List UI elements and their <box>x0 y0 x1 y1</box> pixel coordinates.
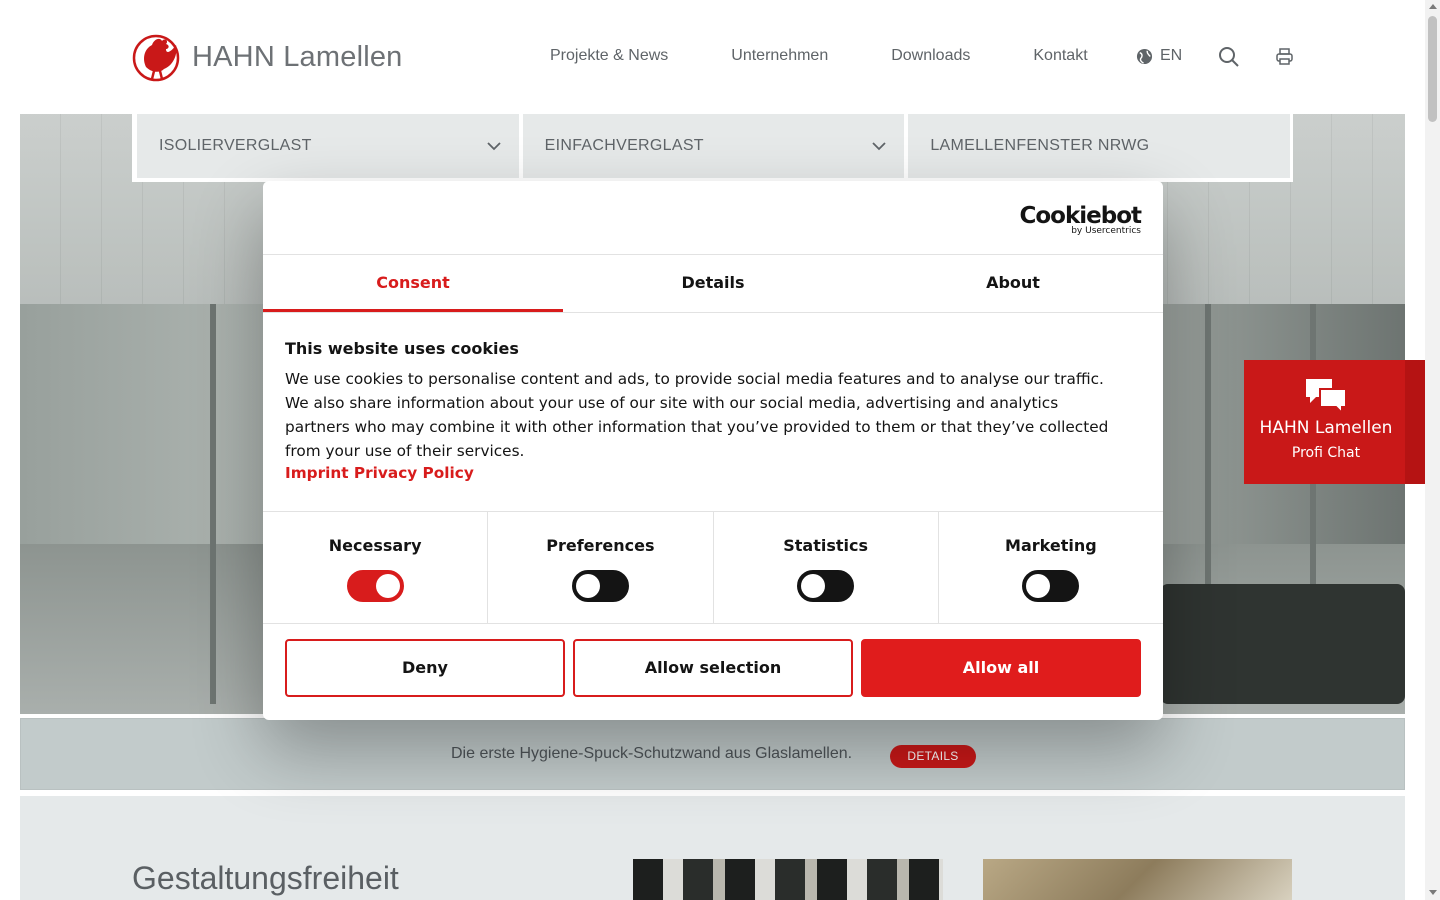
nav-item-downloads[interactable]: Downloads <box>891 47 970 65</box>
product-menu-label: ISOLIERVERGLAST <box>159 137 312 154</box>
brand-name: HAHN Lamellen <box>192 40 403 73</box>
cookiebot-logo: Cookiebot by Usercentrics <box>1019 203 1142 236</box>
promo-text: Die erste Hygiene-Spuck-Schutzwand aus G… <box>451 745 853 762</box>
product-menu-nrwg[interactable]: LAMELLENFENSTER NRWG <box>908 114 1291 178</box>
project-thumbnail[interactable] <box>633 859 943 900</box>
product-menu-isolierverglast[interactable]: ISOLIERVERGLAST <box>137 114 519 178</box>
language-label: EN <box>1160 47 1183 64</box>
cookie-description: We use cookies to personalise content an… <box>285 370 1109 460</box>
tab-consent[interactable]: Consent <box>263 255 563 312</box>
globe-icon <box>1136 48 1153 64</box>
site-header: HAHN Lamellen Projekte & News Unternehme… <box>0 0 1425 114</box>
print-icon[interactable] <box>1275 47 1294 66</box>
chevron-down-icon <box>487 141 501 150</box>
imprint-privacy-links[interactable]: Imprint Privacy Policy <box>285 464 474 482</box>
language-switcher[interactable]: EN <box>1136 47 1182 65</box>
product-menu: ISOLIERVERGLAST EINFACHVERGLAST LAMELLEN… <box>132 114 1293 182</box>
category-necessary: Necessary <box>263 512 489 623</box>
nav-item-kontakt[interactable]: Kontakt <box>1033 47 1087 65</box>
cookie-consent-dialog: Cookiebot by Usercentrics Consent Detail… <box>263 181 1163 720</box>
category-marketing: Marketing <box>939 512 1163 623</box>
deny-button[interactable]: Deny <box>285 639 565 697</box>
chat-bubbles-icon <box>1306 379 1347 415</box>
cookie-categories: Necessary Preferences Statistics Marketi… <box>263 511 1163 624</box>
section-heading: Gestaltungsfreiheit <box>132 860 399 896</box>
category-statistics: Statistics <box>714 512 939 623</box>
profi-chat-widget[interactable]: HAHN Lamellen Profi Chat <box>1244 360 1425 484</box>
scroll-down-arrow[interactable] <box>1429 890 1437 895</box>
category-label: Preferences <box>546 536 655 555</box>
rooster-logo-icon <box>132 34 180 82</box>
chat-title: HAHN Lamellen <box>1259 418 1393 438</box>
cookie-tabs: Consent Details About <box>263 254 1163 313</box>
nav-item-projekte[interactable]: Projekte & News <box>550 47 668 65</box>
chat-subtitle: Profi Chat <box>1291 445 1361 461</box>
preferences-toggle[interactable] <box>571 570 629 602</box>
necessary-toggle[interactable] <box>346 570 404 602</box>
allow-all-button[interactable]: Allow all <box>861 639 1141 697</box>
main-nav: Projekte & News Unternehmen Downloads Ko… <box>550 47 1151 65</box>
tab-about[interactable]: About <box>863 255 1163 312</box>
promo-details-button[interactable]: DETAILS <box>890 745 976 768</box>
page-scrollbar[interactable] <box>1425 0 1440 900</box>
nav-item-unternehmen[interactable]: Unternehmen <box>731 47 828 65</box>
allow-selection-button[interactable]: Allow selection <box>573 639 853 697</box>
brand-logo[interactable]: HAHN Lamellen <box>132 31 403 83</box>
chevron-down-icon <box>872 141 886 150</box>
search-icon[interactable] <box>1218 46 1240 68</box>
content-section: Gestaltungsfreiheit <box>20 796 1405 900</box>
cookie-actions: Deny Allow selection Allow all <box>285 639 1141 697</box>
cookie-title: This website uses cookies <box>285 339 519 358</box>
product-menu-label: EINFACHVERGLAST <box>544 137 704 154</box>
marketing-toggle[interactable] <box>1022 570 1080 602</box>
tab-details[interactable]: Details <box>563 255 863 312</box>
category-preferences: Preferences <box>488 512 714 623</box>
scroll-up-arrow[interactable] <box>1429 4 1437 9</box>
category-label: Statistics <box>783 536 868 555</box>
product-menu-einfachverglast[interactable]: EINFACHVERGLAST <box>522 114 905 178</box>
statistics-toggle[interactable] <box>797 570 855 602</box>
category-label: Necessary <box>328 536 422 555</box>
project-thumbnail[interactable] <box>983 859 1292 900</box>
product-menu-label: LAMELLENFENSTER NRWG <box>930 137 1150 154</box>
scrollbar-thumb[interactable] <box>1428 16 1437 122</box>
category-label: Marketing <box>1005 536 1097 555</box>
promo-banner: Die erste Hygiene-Spuck-Schutzwand aus G… <box>20 718 1405 790</box>
